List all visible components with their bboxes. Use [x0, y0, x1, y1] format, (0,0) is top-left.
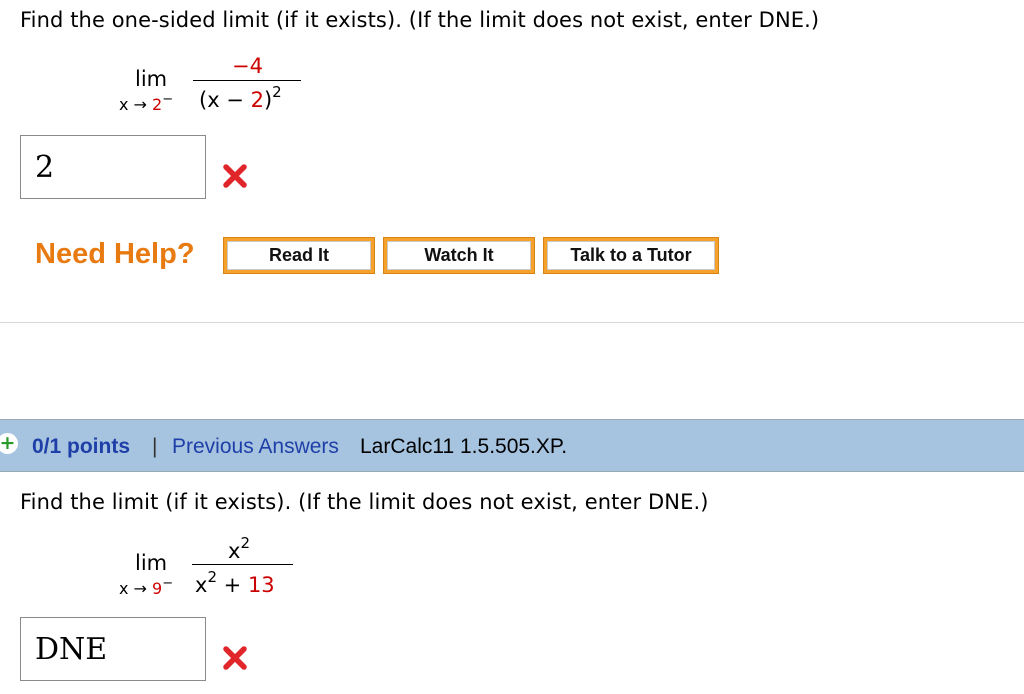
numerator-base: x: [228, 539, 241, 563]
header-separator: |: [152, 435, 158, 458]
x-mark-icon: [223, 164, 247, 188]
fraction-bar: [193, 80, 301, 81]
plus-icon[interactable]: +: [0, 433, 18, 454]
denominator-open: (x −: [199, 88, 251, 112]
fraction-bar: [192, 564, 293, 565]
approach-value: 9: [152, 579, 163, 598]
question2-prompt: Find the limit (if it exists). (If the l…: [20, 490, 709, 514]
problem-reference: LarCalc11 1.5.505.XP.: [360, 435, 568, 458]
need-help-label: Need Help?: [35, 238, 195, 270]
denominator-exponent: 2: [272, 83, 282, 101]
previous-answers-link[interactable]: Previous Answers: [172, 436, 339, 457]
talk-to-tutor-label: Talk to a Tutor: [547, 241, 715, 270]
talk-to-tutor-button[interactable]: Talk to a Tutor: [543, 237, 719, 274]
approach-side: −: [162, 92, 174, 107]
denominator: (x − 2)2: [199, 85, 282, 112]
denominator: x2 + 13: [195, 570, 275, 597]
numerator: −4: [232, 54, 263, 78]
denominator-constant: 13: [247, 573, 275, 597]
denominator-plus: +: [216, 573, 248, 597]
points-label: 0/1 points: [32, 435, 131, 458]
read-it-button[interactable]: Read It: [223, 237, 375, 274]
approach-variable: x →: [119, 579, 153, 598]
limit-label: lim: [135, 551, 168, 575]
limit-label: lim: [135, 67, 168, 91]
approach-variable: x →: [119, 95, 153, 114]
watch-it-label: Watch It: [387, 241, 531, 270]
denominator-base: x: [195, 573, 208, 597]
read-it-label: Read It: [227, 241, 371, 270]
approach-value: 2: [152, 95, 163, 114]
limit-approach: x → 9−: [119, 577, 173, 598]
denominator-close: ): [263, 88, 273, 112]
question1-prompt: Find the one-sided limit (if it exists).…: [20, 8, 820, 32]
numerator: x2: [228, 536, 250, 563]
answer-input-1[interactable]: 2: [20, 135, 206, 199]
x-mark-icon: [223, 646, 247, 670]
watch-it-button[interactable]: Watch It: [383, 237, 535, 274]
denominator-value: 2: [250, 88, 264, 112]
answer-input-2[interactable]: DNE: [20, 617, 206, 681]
section-divider: [0, 322, 1024, 323]
approach-side: −: [162, 576, 174, 591]
denominator-exponent: 2: [207, 568, 217, 586]
numerator-exponent: 2: [240, 534, 250, 552]
limit-approach: x → 2−: [119, 93, 173, 114]
